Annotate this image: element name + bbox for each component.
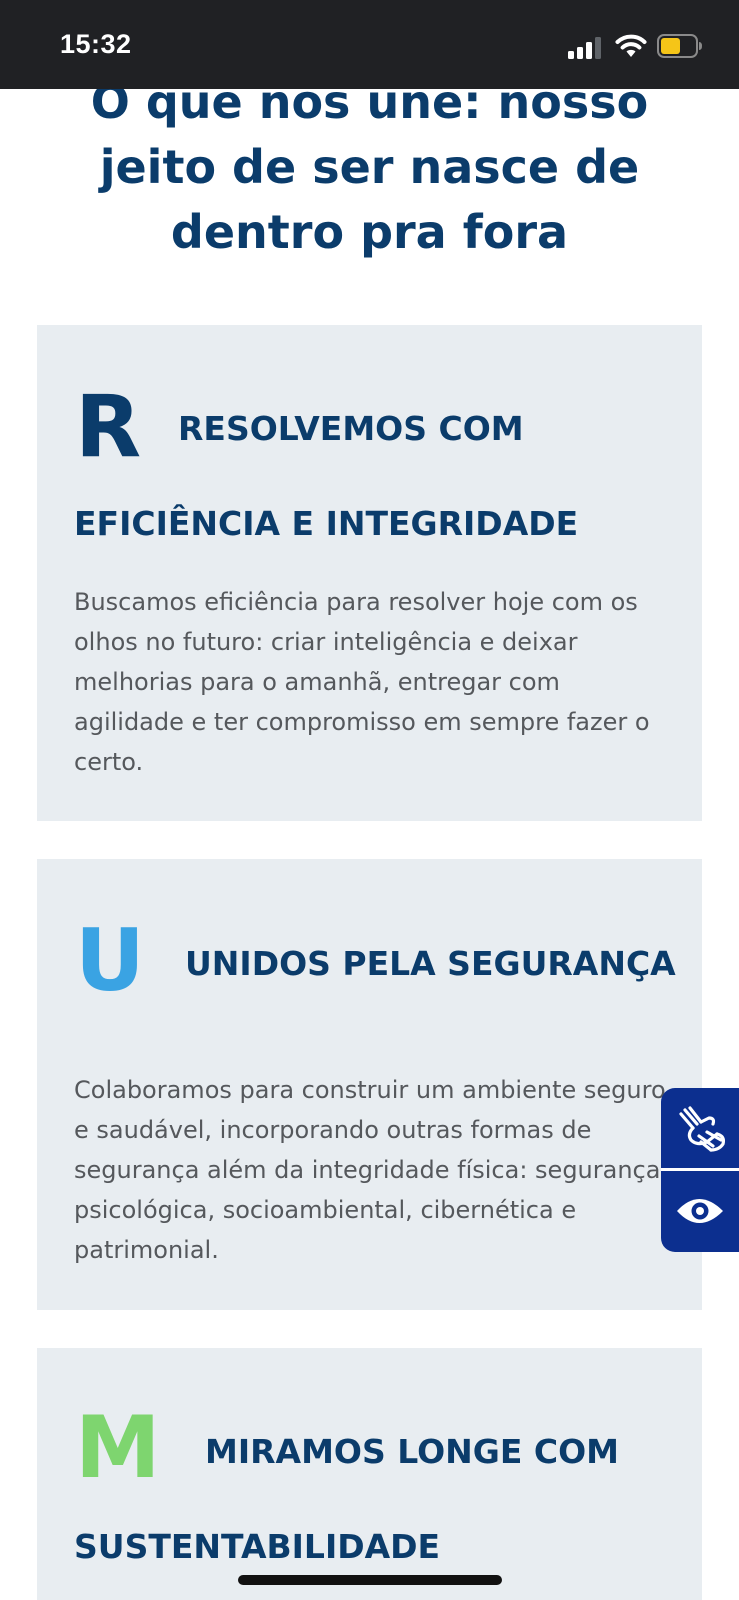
status-icons — [568, 32, 703, 60]
page: 15:32 O que nos une: nosso jeito de ser — [0, 0, 739, 1600]
home-indicator[interactable] — [238, 1575, 502, 1585]
status-time: 15:32 — [60, 29, 132, 59]
page-title-line: dentro pra fora — [170, 205, 569, 259]
cellular-signal-icon — [568, 35, 604, 59]
wifi-icon — [615, 34, 647, 57]
value-card-miramos: M MIRAMOS LONGE COM SUSTENTABILIDADE — [37, 1348, 702, 1600]
value-description: Buscamos eficiência para resolver hoje c… — [74, 588, 650, 776]
value-letter: U — [75, 911, 145, 1011]
eye-icon — [677, 1199, 723, 1223]
sign-language-icon — [679, 1106, 725, 1152]
page-title: O que nos une: nosso jeito de ser nasce … — [0, 70, 739, 265]
sign-language-button[interactable] — [661, 1088, 739, 1168]
battery-icon — [657, 34, 702, 58]
value-title: MIRAMOS LONGE COM — [205, 1432, 619, 1471]
value-title-continued: EFICIÊNCIA E INTEGRIDADE — [74, 504, 579, 543]
visual-accessibility-button[interactable] — [661, 1171, 739, 1251]
value-description: Colaboramos para construir um ambiente s… — [74, 1076, 666, 1264]
value-title-continued: SUSTENTABILIDADE — [74, 1527, 441, 1566]
value-card-unidos: U UNIDOS PELA SEGURANÇA Colaboramos para… — [37, 859, 702, 1310]
value-title: RESOLVEMOS COM — [178, 409, 524, 448]
value-letter: M — [75, 1398, 161, 1498]
value-title: UNIDOS PELA SEGURANÇA — [185, 944, 676, 983]
value-card-resolvemos: R RESOLVEMOS COM EFICIÊNCIA E INTEGRIDAD… — [37, 325, 702, 821]
page-title-line: jeito de ser nasce de — [99, 140, 640, 194]
status-bar: 15:32 — [0, 0, 739, 89]
value-letter: R — [75, 377, 142, 477]
accessibility-widget — [661, 1088, 739, 1252]
